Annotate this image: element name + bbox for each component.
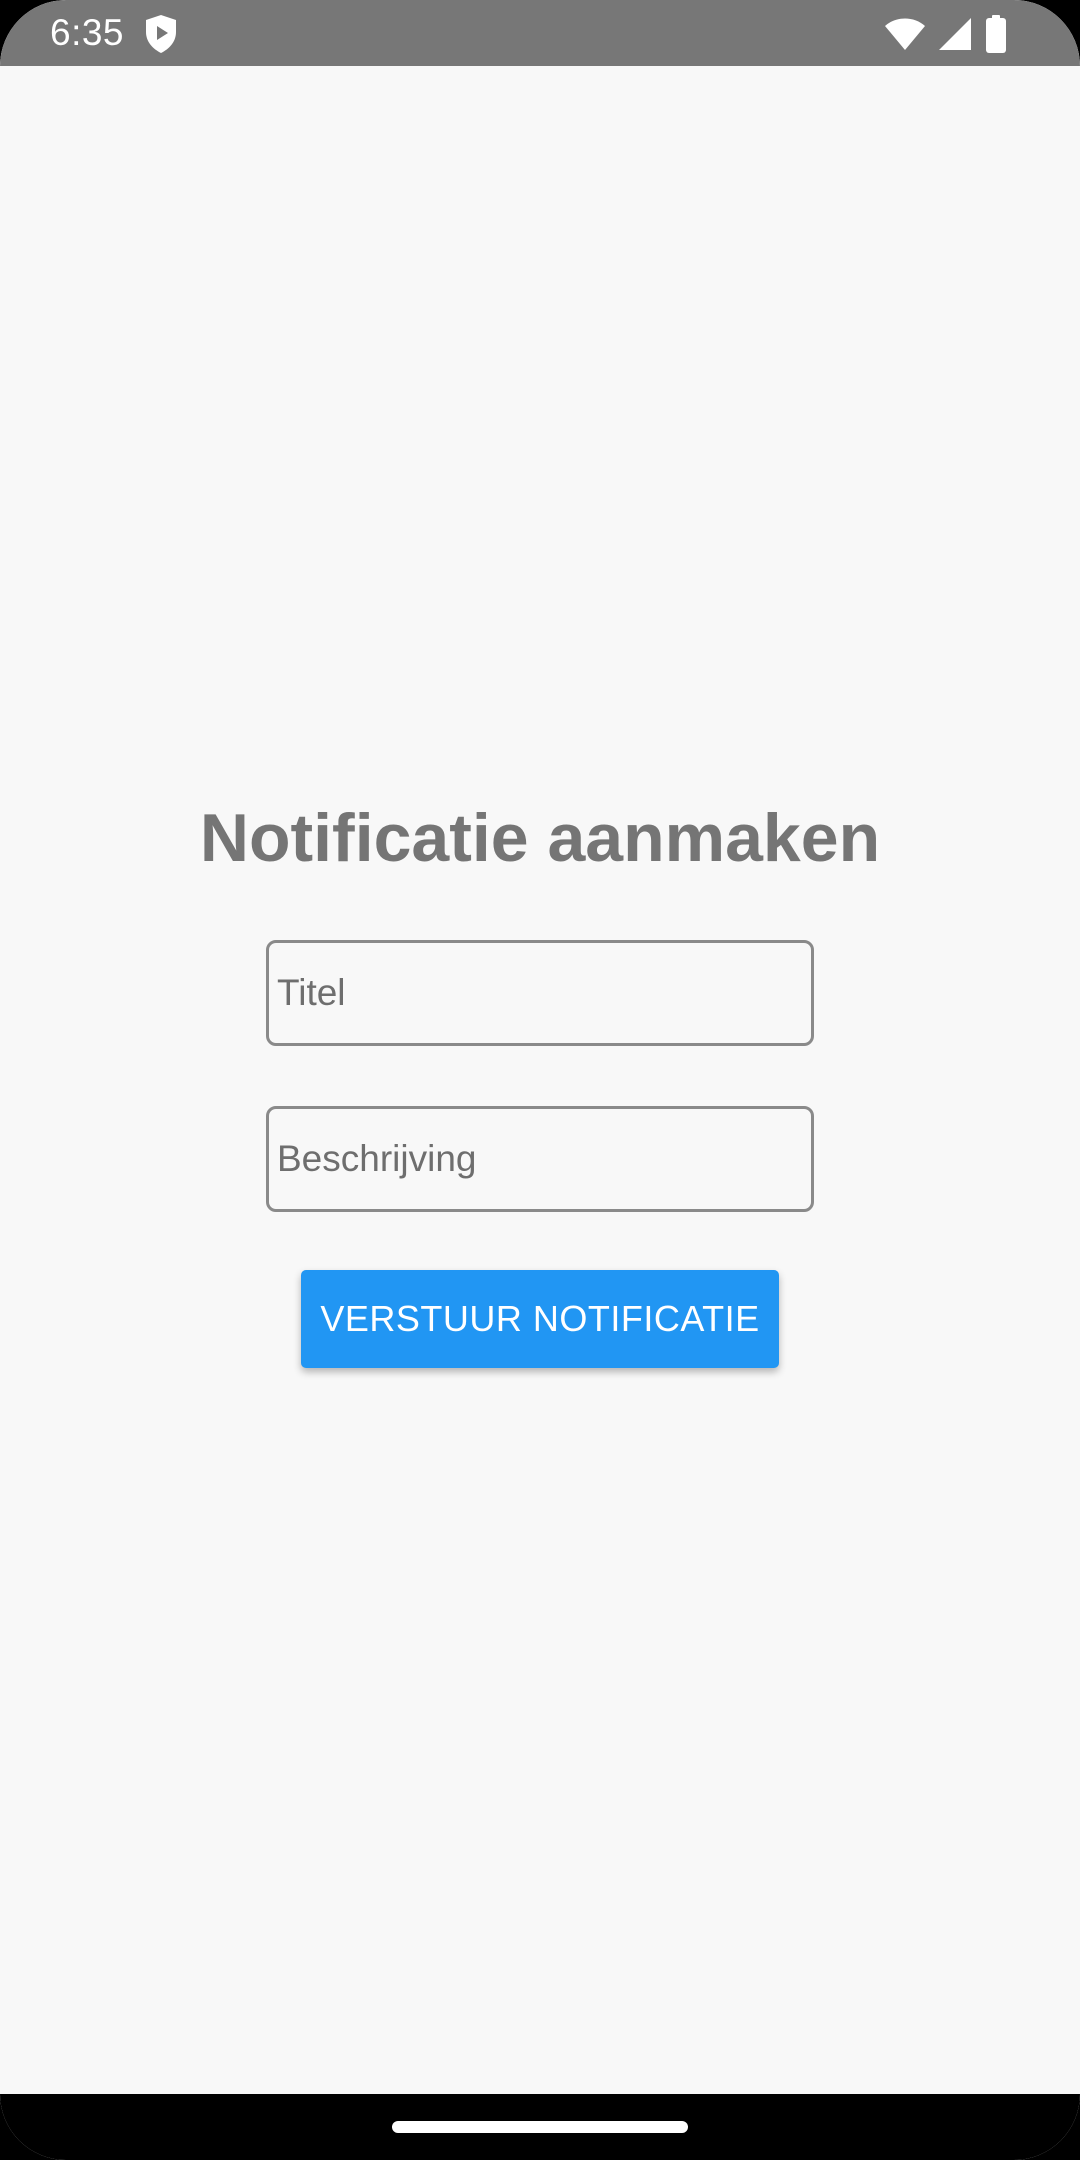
- wifi-icon: [884, 17, 926, 51]
- title-input[interactable]: [269, 943, 811, 1043]
- description-input[interactable]: [269, 1109, 811, 1209]
- main-content: Notificatie aanmaken VERSTUUR NOTIFICATI…: [0, 66, 1080, 2094]
- phone-screen: 6:35 Notificatie aanmaken Titel Beschrij…: [0, 0, 1080, 2160]
- home-gesture-handle[interactable]: [392, 2121, 688, 2133]
- battery-icon: [984, 15, 1008, 53]
- status-bar: 6:35: [0, 0, 1080, 66]
- page-title: Notificatie aanmaken: [199, 800, 881, 876]
- title-field[interactable]: [266, 940, 814, 1046]
- cell-signal-icon: [938, 17, 972, 51]
- description-field[interactable]: [266, 1106, 814, 1212]
- status-time: 6:35: [50, 12, 125, 53]
- send-notification-button[interactable]: VERSTUUR NOTIFICATIE: [301, 1270, 779, 1368]
- shield-play-icon: [144, 14, 178, 54]
- navigation-bar: [0, 2094, 1080, 2160]
- status-icons: [884, 14, 1008, 54]
